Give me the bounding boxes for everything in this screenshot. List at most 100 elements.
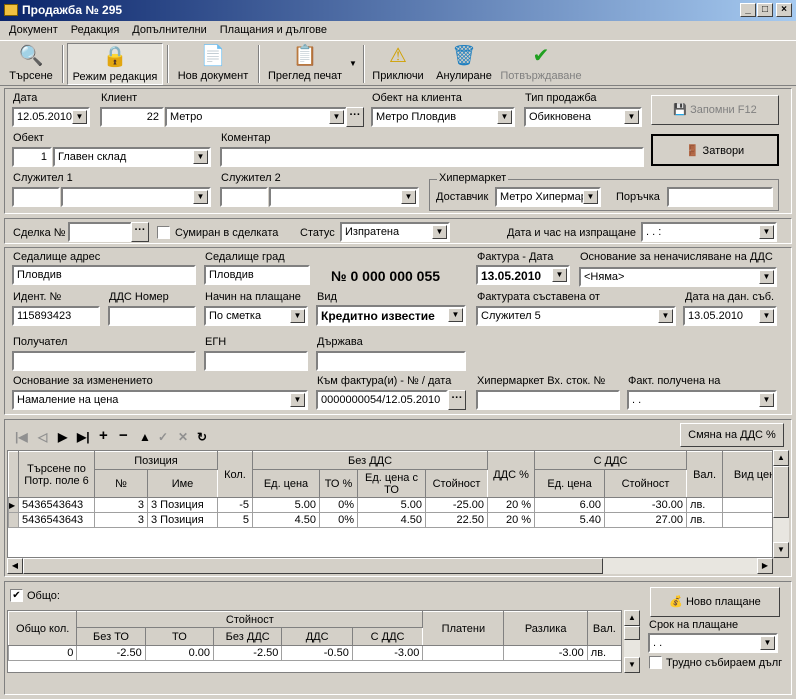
print-preview-button[interactable]: 📋 Преглед печат [263, 43, 347, 85]
sent-datetime-field[interactable]: . . : ▼ [641, 222, 777, 242]
post-record-icon[interactable]: ✓ [158, 430, 168, 444]
scroll-up-icon[interactable]: ▲ [773, 450, 789, 466]
recipient-field[interactable] [12, 351, 196, 371]
confirm-button[interactable]: ✔ Потвърждаване [497, 43, 585, 85]
employee1-code-field[interactable] [12, 187, 60, 207]
save-button[interactable]: 💾 Запомни F12 [651, 95, 779, 125]
chevron-down-icon[interactable]: ▼ [193, 190, 208, 204]
menu-document[interactable]: Документ [0, 21, 62, 36]
chevron-down-icon[interactable]: ▼ [193, 150, 208, 164]
edit-record-icon[interactable]: ▲ [139, 430, 151, 444]
chevron-down-icon[interactable]: ▼ [759, 393, 774, 407]
finish-button[interactable]: ⚠ Приключи [368, 43, 428, 85]
next-record-icon[interactable]: ▶ [58, 430, 67, 444]
col-to-pct[interactable]: ТО % [319, 469, 358, 498]
col-vat-pct[interactable]: ДДС % [487, 451, 536, 498]
grid-vscrollbar[interactable]: ▲ ▼ [773, 450, 789, 558]
menu-edit[interactable]: Редакция [62, 21, 123, 36]
col-value[interactable]: Стойност [424, 469, 489, 498]
col-currency[interactable]: Вал. [686, 451, 724, 498]
edit-mode-button[interactable]: 🔒 Режим редакция [67, 43, 163, 85]
employee2-select[interactable]: ▼ [269, 187, 419, 207]
deal-lookup-button[interactable]: ··· [131, 222, 149, 242]
minimize-button[interactable]: _ [740, 3, 756, 17]
made-by-select[interactable]: Служител 5 ▼ [476, 306, 676, 326]
scroll-thumb[interactable] [773, 466, 789, 518]
kind-select[interactable]: Кредитно известие ▼ [316, 305, 466, 326]
col-price-type[interactable]: Вид цена [722, 451, 772, 498]
client-name-field[interactable]: Метро ▼ [165, 107, 347, 127]
vat-number-field[interactable] [108, 306, 196, 326]
chevron-down-icon[interactable]: ▼ [448, 308, 463, 322]
comment-field[interactable] [220, 147, 644, 167]
close-button[interactable]: 🚪 Затвори [651, 134, 779, 166]
chevron-down-icon[interactable]: ▼ [552, 268, 567, 282]
scroll-up-icon[interactable]: ▲ [624, 610, 640, 626]
payment-term-field[interactable]: . . ▼ [648, 633, 778, 653]
maximize-button[interactable]: □ [757, 3, 773, 17]
payment-method-select[interactable]: По сметка ▼ [204, 306, 308, 326]
client-object-select[interactable]: Метро Пловдив ▼ [371, 107, 515, 127]
invoice-date-field[interactable]: 13.05.2010 ▼ [476, 265, 570, 285]
received-date-field[interactable]: . . ▼ [627, 390, 777, 410]
delete-record-icon[interactable]: − [119, 427, 128, 444]
table-row[interactable]: 5436543643 3 3 Позиция 5 4.50 0% 4.50 22.50 20 %… [8, 512, 772, 528]
col-search[interactable]: Търсене по Потр. поле 6 [18, 451, 95, 498]
refresh-icon[interactable]: ↻ [197, 430, 207, 444]
col-unit-price-vat[interactable]: Ед. цена [534, 469, 606, 498]
supplier-select[interactable]: Метро Хипермар ▼ [495, 187, 601, 207]
col-unit-price[interactable]: Ед. цена [252, 469, 320, 498]
grid-hscrollbar[interactable]: ◀ ▶ [7, 558, 773, 574]
col-value-vat[interactable]: Стойност [604, 469, 688, 498]
to-invoice-field[interactable]: 0000000054/12.05.2010 [316, 390, 448, 410]
chevron-down-icon[interactable]: ▼ [759, 225, 774, 239]
object-name-select[interactable]: Главен склад ▼ [53, 147, 211, 167]
egn-field[interactable] [204, 351, 308, 371]
chevron-down-icon[interactable]: ▼ [658, 309, 673, 323]
chevron-down-icon[interactable]: ▼ [759, 309, 774, 323]
col-unit-price-to[interactable]: Ед. цена с ТО [357, 469, 426, 498]
prior-record-icon[interactable]: ◁ [38, 430, 47, 444]
hard-debt-checkbox[interactable] [649, 656, 662, 669]
chevron-down-icon[interactable]: ▼ [401, 190, 416, 204]
col-no[interactable]: № [94, 469, 148, 498]
scroll-down-icon[interactable]: ▼ [773, 542, 789, 558]
object-code-field[interactable]: 1 [12, 147, 52, 167]
totals-vscrollbar[interactable]: ▲ ▼ [624, 610, 640, 673]
chevron-down-icon[interactable]: ▼ [432, 225, 447, 239]
to-invoice-lookup-button[interactable]: ··· [448, 390, 466, 410]
table-row[interactable]: ▶ 5436543643 3 3 Позиция -5 5.00 0% 5.00 -25.00… [8, 497, 772, 513]
chevron-down-icon[interactable]: ▼ [624, 110, 639, 124]
employee1-select[interactable]: ▼ [61, 187, 211, 207]
tax-date-field[interactable]: 13.05.2010 ▼ [683, 306, 777, 326]
add-record-icon[interactable]: + [99, 427, 108, 444]
new-document-button[interactable]: 📄 Нов документ [172, 43, 254, 85]
order-field[interactable] [667, 187, 773, 207]
chevron-down-icon[interactable]: ▼ [759, 270, 774, 284]
last-record-icon[interactable]: ▶| [77, 430, 90, 444]
scroll-left-icon[interactable]: ◀ [7, 558, 23, 574]
scroll-down-icon[interactable]: ▼ [624, 657, 640, 673]
scroll-right-icon[interactable]: ▶ [757, 558, 773, 574]
client-lookup-button[interactable]: ··· [346, 107, 364, 127]
client-code-field[interactable]: 22 [100, 107, 164, 127]
chevron-down-icon[interactable]: ▼ [329, 110, 344, 124]
print-preview-dropdown[interactable]: ▼ [347, 59, 359, 71]
first-record-icon[interactable]: |◀ [15, 430, 28, 444]
chevron-down-icon[interactable]: ▼ [290, 393, 305, 407]
chevron-down-icon[interactable]: ▼ [497, 110, 512, 124]
menu-payments[interactable]: Плащания и дългове [211, 21, 331, 36]
address-field[interactable]: Пловдив [12, 265, 196, 285]
close-window-button[interactable]: × [776, 3, 792, 17]
menu-additional[interactable]: Допълнителни [123, 21, 210, 36]
change-vat-button[interactable]: Смяна на ДДС % [680, 423, 784, 447]
hscroll-thumb[interactable] [23, 558, 603, 574]
annul-button[interactable]: 🗑 Анулиране [434, 43, 494, 85]
new-payment-button[interactable]: 💰 Ново плащане [650, 587, 780, 617]
date-field[interactable]: 12.05.2010 ▼ [12, 107, 90, 127]
chevron-down-icon[interactable]: ▼ [72, 110, 87, 124]
scroll-thumb[interactable] [624, 626, 640, 640]
total-checkbox[interactable]: ✔ [10, 589, 23, 602]
hyper-stock-field[interactable] [476, 390, 620, 410]
vat-basis-select[interactable]: <Няма> ▼ [579, 267, 777, 287]
